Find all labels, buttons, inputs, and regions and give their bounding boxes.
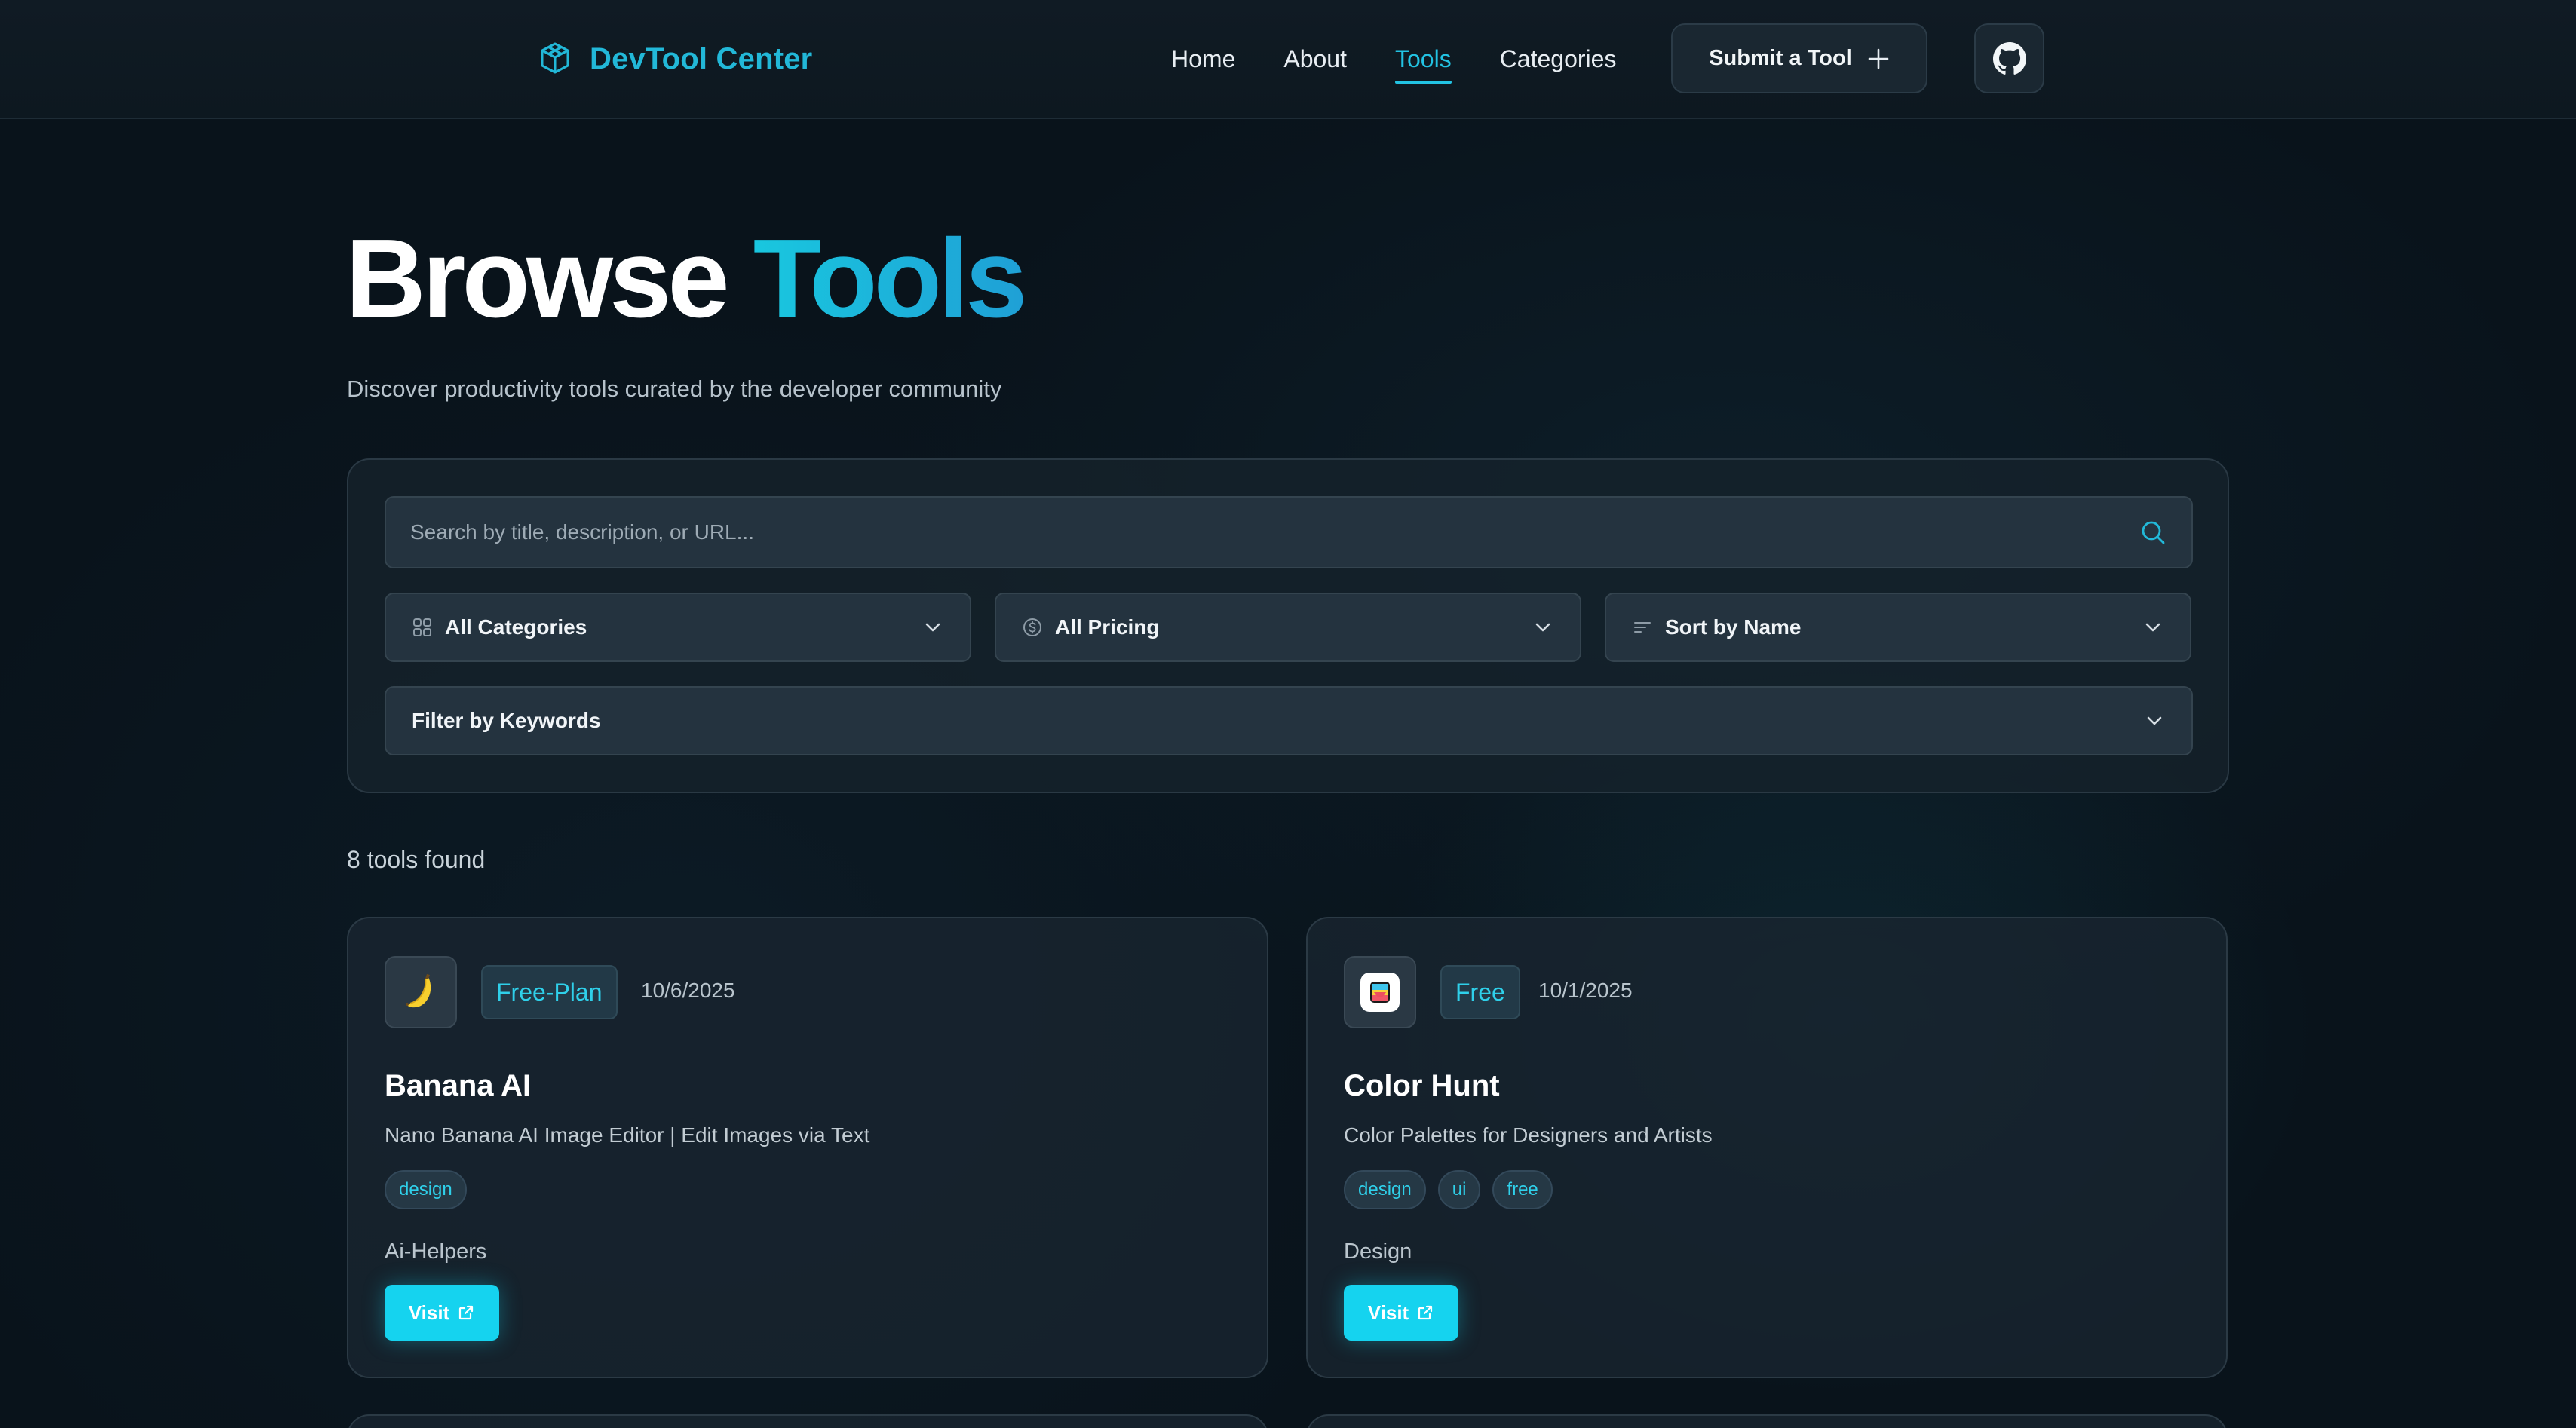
- external-link-icon: [459, 1305, 474, 1320]
- top-navbar: DevTool Center Home About Tools Categori…: [0, 0, 2576, 119]
- chevron-down-icon: [1535, 623, 1550, 632]
- tag-chip[interactable]: free: [1492, 1170, 1553, 1209]
- main-nav: Home About Tools Categories: [1171, 38, 1617, 84]
- page-title: Browse Tools: [345, 223, 1027, 335]
- tool-tags: design ui free: [1344, 1170, 1553, 1209]
- visit-label: Visit: [408, 1301, 450, 1324]
- tag-chip[interactable]: ui: [1437, 1170, 1481, 1209]
- plus-icon: [1868, 48, 1889, 69]
- cube-icon: [541, 42, 569, 74]
- chevron-down-icon: [2147, 716, 2162, 725]
- banana-icon: [406, 974, 431, 1008]
- brand-logo-link[interactable]: DevTool Center: [534, 35, 812, 83]
- tag-chip[interactable]: design: [385, 1170, 467, 1209]
- category-select-value: All Categories: [445, 615, 587, 639]
- chevron-down-icon: [925, 623, 940, 632]
- external-link-icon: [1418, 1305, 1433, 1320]
- pricing-select[interactable]: All Pricing: [995, 593, 1581, 662]
- sort-select-value: Sort by Name: [1665, 615, 1802, 639]
- tool-logo: [1344, 956, 1416, 1028]
- page-title-main: Browse: [345, 216, 730, 341]
- submit-tool-button[interactable]: Submit a Tool: [1671, 23, 1927, 93]
- sort-select[interactable]: Sort by Name: [1605, 593, 2191, 662]
- pricing-badge: Free: [1440, 965, 1520, 1019]
- color-hunt-logo-icon: [1360, 973, 1400, 1012]
- search-box: [385, 496, 2193, 568]
- tool-tags: design: [385, 1170, 467, 1209]
- tool-card: Free 10/1/2025 Color Hunt Color Palettes…: [1306, 917, 2228, 1378]
- submit-tool-label: Submit a Tool: [1709, 46, 1852, 70]
- nav-tools[interactable]: Tools: [1394, 45, 1452, 84]
- brand-name: DevTool Center: [590, 41, 813, 75]
- sort-lines-icon: [1634, 622, 1651, 633]
- filter-panel: All Categories All Pricing Sort by Name …: [347, 458, 2229, 793]
- pricing-select-value: All Pricing: [1055, 615, 1160, 639]
- search-input[interactable]: [410, 520, 2139, 544]
- results-count: 8 tools found: [347, 846, 486, 873]
- github-icon: [1992, 41, 2026, 75]
- keyword-filter-select[interactable]: Filter by Keywords: [385, 686, 2193, 755]
- nav-home[interactable]: Home: [1171, 45, 1235, 73]
- page-subtitle: Discover productivity tools curated by t…: [347, 375, 1002, 402]
- tool-description: Color Palettes for Designers and Artists: [1344, 1123, 1713, 1147]
- nav-categories[interactable]: Categories: [1500, 45, 1617, 73]
- visit-label: Visit: [1367, 1301, 1409, 1324]
- tool-card-partial: [1306, 1414, 2228, 1428]
- pricing-badge: Free-Plan: [481, 965, 618, 1019]
- tool-card-partial: [347, 1414, 1268, 1428]
- search-icon[interactable]: [2139, 518, 2167, 547]
- chevron-down-icon: [2145, 623, 2160, 632]
- tool-logo: [385, 956, 457, 1028]
- tool-title: Color Hunt: [1344, 1069, 1500, 1102]
- tool-date: 10/6/2025: [641, 979, 735, 1002]
- dollar-circle-icon: [1023, 618, 1041, 636]
- visit-button[interactable]: Visit: [1344, 1285, 1458, 1341]
- tool-description: Nano Banana AI Image Editor | Edit Image…: [385, 1123, 870, 1147]
- tool-date: 10/1/2025: [1538, 979, 1633, 1002]
- page-title-accent: Tools: [753, 216, 1028, 341]
- visit-button[interactable]: Visit: [385, 1285, 499, 1341]
- grid-icon: [413, 618, 431, 636]
- tool-category: Design: [1344, 1240, 1412, 1264]
- category-select[interactable]: All Categories: [385, 593, 971, 662]
- tool-title: Banana AI: [385, 1069, 532, 1102]
- keyword-filter-label: Filter by Keywords: [412, 709, 601, 732]
- github-button[interactable]: [1974, 23, 2044, 93]
- tool-category: Ai-Helpers: [385, 1240, 487, 1264]
- tag-chip[interactable]: design: [1344, 1170, 1426, 1209]
- nav-about[interactable]: About: [1283, 45, 1347, 73]
- tool-card: Free-Plan 10/6/2025 Banana AI Nano Banan…: [347, 917, 1268, 1378]
